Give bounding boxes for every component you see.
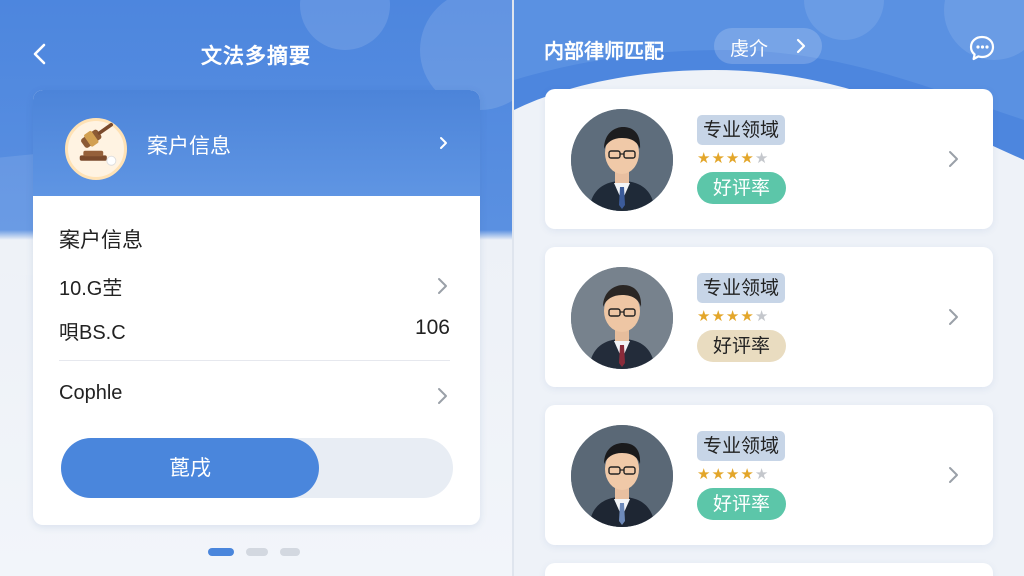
row-label: 唄BS.C xyxy=(59,322,126,344)
star-rating: ★★★★★ xyxy=(697,149,769,167)
lawyer-card[interactable]: 专业领域 ★★★★★ 好评率 xyxy=(545,89,993,229)
star-icon: ★ xyxy=(725,465,741,483)
chevron-right-icon xyxy=(438,278,447,294)
rating-badge: 好评率 xyxy=(697,330,787,362)
rating-badge: 好评率 xyxy=(697,172,787,204)
star-icon: ★ xyxy=(754,307,770,325)
card-header-label: 案户信息 xyxy=(147,134,231,158)
star-icon: ★ xyxy=(740,465,755,483)
star-icon: ★ xyxy=(725,149,741,167)
row-label: 10.G茔 xyxy=(59,278,123,300)
star-icon: ★ xyxy=(754,149,770,167)
star-icon: ★ xyxy=(711,465,726,483)
rating-badge: 好评率 xyxy=(697,488,787,520)
case-summary-screen: 文法多摘要 案户信息 案户信息 10.G茔 唄BS.C 106 Cophle 蓖… xyxy=(0,0,512,576)
star-icon: ★ xyxy=(740,149,755,167)
primary-button[interactable]: 蓖戌 xyxy=(61,438,319,498)
case-info-card: 案户信息 案户信息 10.G茔 唄BS.C 106 Cophle 蓖戌 xyxy=(33,90,480,525)
lawyer-match-screen: 内部律师匹配 虔介 专业领域 ★★★★★ 好评率 专业领域 ★★★★★ 好评率 … xyxy=(514,0,1024,576)
lawyer-avatar xyxy=(571,109,673,211)
star-rating: ★★★★★ xyxy=(697,307,769,325)
lawyer-card[interactable]: 专业领域 ★★★★★ 好评率 xyxy=(545,247,993,387)
star-icon: ★ xyxy=(711,149,726,167)
chevron-right-icon xyxy=(949,151,958,167)
field-tag: 专业领域 xyxy=(697,115,786,145)
pill-label: 虔介 xyxy=(730,38,769,60)
field-tag: 专业领域 xyxy=(697,431,786,461)
top-nav-bar: 文法多摘要 xyxy=(0,30,512,78)
lawyer-avatar xyxy=(571,425,673,527)
star-icon: ★ xyxy=(711,307,726,325)
page-dot-active[interactable] xyxy=(208,548,234,556)
row-value: 106 xyxy=(414,316,450,339)
page-title: 内部律师匹配 xyxy=(544,39,664,63)
lawyer-avatar xyxy=(571,267,673,369)
field-tag: 专业领域 xyxy=(697,273,786,303)
star-rating: ★★★★★ xyxy=(697,465,769,483)
divider xyxy=(59,360,450,361)
chat-bubble-icon[interactable] xyxy=(968,34,996,62)
chevron-right-icon xyxy=(796,38,806,54)
chevron-right-icon xyxy=(438,388,447,404)
chevron-right-icon xyxy=(949,467,958,483)
page-title: 文法多摘要 xyxy=(201,44,311,68)
star-icon: ★ xyxy=(740,307,755,325)
button-track: 蓖戌 xyxy=(61,438,453,498)
row-label: Cophle xyxy=(59,382,123,404)
gavel-icon xyxy=(65,118,127,180)
chevron-right-icon xyxy=(440,137,447,149)
chevron-right-icon xyxy=(949,309,958,325)
page-dot[interactable] xyxy=(246,548,268,556)
card-header[interactable]: 案户信息 xyxy=(33,90,480,196)
star-icon: ★ xyxy=(697,149,712,167)
lawyer-card-partial[interactable] xyxy=(545,563,993,576)
list-item[interactable]: 10.G茔 xyxy=(59,272,450,302)
intro-pill-button[interactable]: 虔介 xyxy=(714,28,822,64)
list-item[interactable]: Cophle xyxy=(59,382,450,412)
star-icon: ★ xyxy=(754,465,770,483)
star-icon: ★ xyxy=(725,307,741,325)
list-item: 唄BS.C 106 xyxy=(59,316,450,346)
page-dot[interactable] xyxy=(280,548,300,556)
lawyer-card[interactable]: 专业领域 ★★★★★ 好评率 xyxy=(545,405,993,545)
star-icon: ★ xyxy=(697,307,712,325)
star-icon: ★ xyxy=(697,465,712,483)
section-title: 案户信息 xyxy=(59,228,143,252)
